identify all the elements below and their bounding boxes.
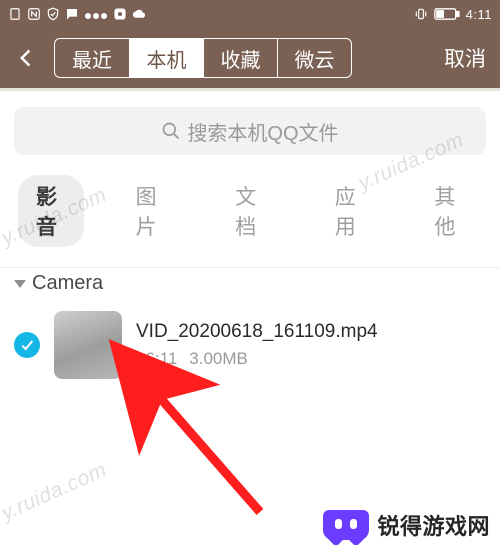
chevron-down-icon — [14, 280, 26, 288]
cloud-icon — [132, 7, 146, 21]
chat-icon — [65, 7, 79, 21]
shield-icon — [46, 7, 60, 21]
status-right: 4:11 — [414, 7, 492, 22]
cat-image[interactable]: 图片 — [118, 175, 184, 247]
header: 最近 本机 收藏 微云 取消 — [0, 28, 500, 88]
tab-local[interactable]: 本机 — [129, 39, 203, 77]
source-tabs: 最近 本机 收藏 微云 — [54, 38, 352, 78]
category-tabs: 影音 图片 文档 应用 其他 — [0, 175, 500, 267]
file-row[interactable]: VID_20200618_161109.mp4 16:11 3.00MB — [0, 297, 500, 393]
cat-document[interactable]: 文档 — [217, 175, 283, 247]
camera-notif-icon — [113, 7, 127, 21]
app-dots-icon — [84, 7, 108, 22]
logo-icon — [323, 510, 369, 540]
sim-icon — [8, 7, 22, 21]
file-thumbnail — [54, 311, 122, 379]
cat-app[interactable]: 应用 — [317, 175, 383, 247]
nfc-icon — [27, 7, 41, 21]
tab-weiyun[interactable]: 微云 — [277, 39, 351, 77]
site-logo: 锐得游戏网 — [323, 509, 490, 541]
annotation-arrow — [150, 392, 290, 527]
chevron-left-icon — [16, 44, 36, 72]
back-button[interactable] — [8, 40, 44, 76]
search-input[interactable]: 搜索本机QQ文件 — [14, 107, 486, 155]
watermark: y.ruida.com — [0, 458, 111, 526]
tab-favorite[interactable]: 收藏 — [203, 39, 277, 77]
status-bar: 4:11 — [0, 0, 500, 28]
cancel-button[interactable]: 取消 — [438, 37, 492, 79]
search-icon — [161, 121, 181, 141]
section-header[interactable]: Camera — [0, 267, 500, 297]
file-name: VID_20200618_161109.mp4 — [136, 321, 486, 343]
section-title: Camera — [32, 272, 103, 295]
logo-text: 锐得游戏网 — [377, 509, 490, 541]
file-meta: VID_20200618_161109.mp4 16:11 3.00MB — [136, 321, 486, 369]
cat-other[interactable]: 其他 — [416, 175, 482, 247]
search-area: 搜索本机QQ文件 — [0, 91, 500, 175]
cat-media[interactable]: 影音 — [18, 175, 84, 247]
tab-recent[interactable]: 最近 — [55, 39, 129, 77]
search-placeholder: 搜索本机QQ文件 — [187, 117, 338, 146]
checkbox-selected[interactable] — [14, 332, 40, 358]
status-left — [8, 7, 408, 22]
vibrate-icon — [414, 7, 428, 21]
screen: 4:11 最近 本机 收藏 微云 取消 搜索本机QQ文件 影音 图片 文档 应用… — [0, 0, 500, 545]
status-time: 4:11 — [466, 7, 492, 22]
file-size: 3.00MB — [189, 349, 248, 369]
battery-icon — [434, 7, 460, 21]
file-time: 16:11 — [136, 349, 177, 369]
check-icon — [19, 337, 35, 353]
